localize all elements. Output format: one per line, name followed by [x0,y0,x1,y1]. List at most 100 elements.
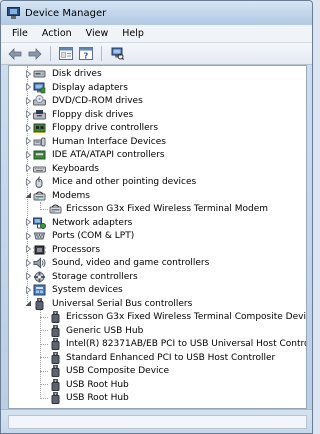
device-tree: Disk drives Display adapters DVD/CD-ROM dr… [9,66,306,405]
usb-icon [49,351,62,364]
tree-item-label: Keyboards [52,163,99,174]
status-pane [8,415,307,429]
window-title: Device Manager [25,7,107,19]
tree-device[interactable]: USB Root Hub [9,391,306,405]
device-tree-panel[interactable]: Disk drives Display adapters DVD/CD-ROM dr… [8,65,307,409]
tree-item-label: Mice and other pointing devices [52,177,197,187]
tree-category[interactable]: Display adapters [9,81,306,95]
tree-item-label: Ericsson G3x Fixed Wireless Terminal Com… [66,312,307,322]
tree-category[interactable]: DVD/CD-ROM drives [9,94,306,108]
expand-arrow-icon[interactable] [24,245,32,253]
tree-item-label: Ericsson G3x Fixed Wireless Terminal Mod… [66,204,269,214]
scan-hardware-button[interactable] [109,46,125,62]
expand-arrow-icon[interactable] [24,177,32,186]
tree-branch-line [40,343,48,345]
tree-item-label: USB Root Hub [66,393,129,403]
menu-file[interactable]: File [5,28,35,39]
tree-device[interactable]: USB Root Hub [9,378,306,392]
scan-hardware-icon [111,47,124,60]
mouse-icon [33,176,46,188]
tree-item-label: Ports (COM & LPT) [52,231,135,241]
back-button[interactable] [7,46,23,62]
storage-controller-icon [33,271,46,283]
tree-category[interactable]: Mice and other pointing devices [9,175,306,189]
tree-category[interactable]: Keyboards [9,162,306,176]
expand-arrow-icon[interactable] [24,164,32,172]
tree-guide-line [40,310,41,397]
expand-arrow-icon[interactable] [24,218,32,226]
usb-icon [49,324,62,337]
port-icon [33,230,46,242]
usb-icon [49,392,62,404]
tree-category[interactable]: System devices [9,283,306,297]
tree-category[interactable]: Disk drives [9,67,306,81]
tree-device[interactable]: USB Composite Device [9,364,306,378]
help-icon: ? [79,47,93,60]
menu-help[interactable]: Help [115,28,151,39]
tree-category[interactable]: Floppy disk drives [9,108,306,122]
expand-arrow-icon[interactable] [24,69,32,78]
tree-device[interactable]: Generic USB Hub [9,324,306,338]
expand-arrow-icon[interactable] [24,258,32,267]
tree-guide-line [40,202,41,208]
expand-arrow-icon[interactable] [24,96,32,105]
tree-item-label: Network adapters [52,217,133,228]
menu-view[interactable]: View [79,28,116,39]
disk-drive-icon [33,68,46,80]
tree-category[interactable]: Processors [9,243,306,257]
tree-device[interactable]: Ericsson G3x Fixed Wireless Terminal Com… [9,310,306,324]
toolbar-separator [101,46,102,61]
collapse-arrow-icon[interactable] [24,299,32,307]
usb-icon [49,338,62,350]
expand-arrow-icon[interactable] [24,110,32,118]
expand-arrow-icon[interactable] [24,285,32,294]
tree-device[interactable]: Intel(R) 82371AB/EB PCI to USB Universal… [9,337,306,351]
display-adapter-icon [33,82,46,94]
toolbar-separator [50,46,51,61]
tree-item-label: IDE ATA/ATAPI controllers [52,150,165,160]
tree-branch-line [40,384,48,385]
expand-arrow-icon[interactable] [24,231,32,240]
tree-item-label: Universal Serial Bus controllers [52,298,193,309]
tree-category[interactable]: Sound, video and game controllers [9,256,306,270]
tree-category[interactable]: Human Interface Devices [9,135,306,149]
tree-device[interactable]: Standard Enhanced PCI to USB Host Contro… [9,351,306,365]
expand-arrow-icon[interactable] [24,83,32,91]
title-bar[interactable]: Device Manager [1,1,312,25]
tree-device[interactable]: Ericsson G3x Fixed Wireless Terminal Mod… [9,202,306,216]
usb-icon [33,297,46,310]
forward-arrow-icon [28,47,42,60]
tree-category[interactable]: IDE ATA/ATAPI controllers [9,148,306,162]
tree-category[interactable]: Floppy drive controllers [9,121,306,135]
tree-item-label: Human Interface Devices [52,136,166,147]
tree-item-label: Floppy disk drives [52,109,134,120]
device-manager-window: Device Manager File Action View Help ? D… [0,0,313,434]
tree-item-label: USB Composite Device [66,366,170,376]
tree-category[interactable]: Modems [9,189,306,203]
usb-icon [49,378,62,391]
back-arrow-icon [8,47,22,60]
collapse-arrow-icon[interactable] [24,191,32,199]
tree-item-label: Processors [52,244,101,255]
properties-button[interactable] [58,46,74,62]
forward-button[interactable] [27,46,43,62]
usb-icon [49,365,62,377]
tree-item-label: Disk drives [52,69,102,79]
expand-arrow-icon[interactable] [24,150,32,159]
expand-arrow-icon[interactable] [24,137,32,145]
device-manager-icon [7,7,20,19]
tree-item-label: Generic USB Hub [66,325,144,336]
menu-action[interactable]: Action [35,28,79,39]
tree-item-label: Sound, video and game controllers [52,258,210,268]
floppy-controller-icon [33,122,46,134]
tree-category[interactable]: Universal Serial Bus controllers [9,297,306,311]
tree-category[interactable]: Network adapters [9,216,306,230]
expand-arrow-icon[interactable] [24,272,32,280]
tree-branch-line [40,397,48,399]
expand-arrow-icon[interactable] [24,123,32,132]
tree-category[interactable]: Storage controllers [9,270,306,284]
tree-category[interactable]: Ports (COM & LPT) [9,229,306,243]
keyboard-icon [33,163,46,175]
tree-branch-line [40,330,48,331]
help-button[interactable]: ? [78,46,94,62]
